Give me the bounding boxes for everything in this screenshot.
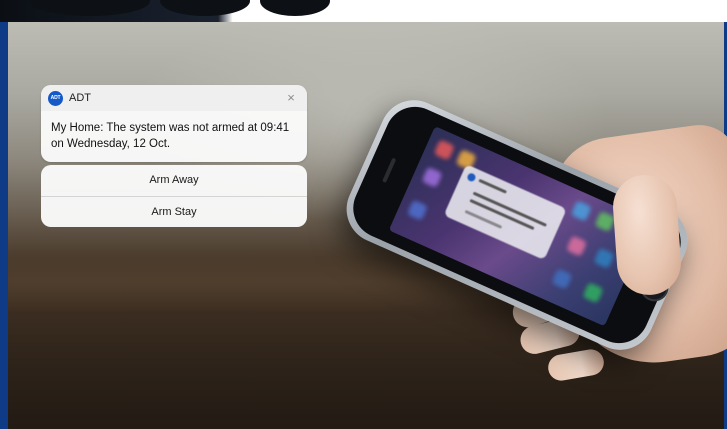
phone-speaker bbox=[382, 157, 397, 183]
close-icon[interactable]: × bbox=[284, 90, 298, 106]
thumb-image bbox=[610, 172, 684, 298]
phone-screen-notification bbox=[443, 164, 567, 261]
push-notification[interactable]: ADT ADT × My Home: The system was not ar… bbox=[41, 85, 307, 162]
top-strip bbox=[0, 0, 727, 22]
adt-logo-icon: ADT bbox=[48, 91, 63, 106]
notification-actions: Arm Away Arm Stay bbox=[41, 165, 307, 227]
arm-away-button[interactable]: Arm Away bbox=[41, 165, 307, 196]
app-name: ADT bbox=[69, 92, 91, 104]
arm-stay-button[interactable]: Arm Stay bbox=[41, 196, 307, 227]
notification-header: ADT ADT × bbox=[41, 85, 307, 111]
notification-message: My Home: The system was not armed at 09:… bbox=[51, 122, 290, 150]
left-frame-bar bbox=[0, 22, 8, 429]
